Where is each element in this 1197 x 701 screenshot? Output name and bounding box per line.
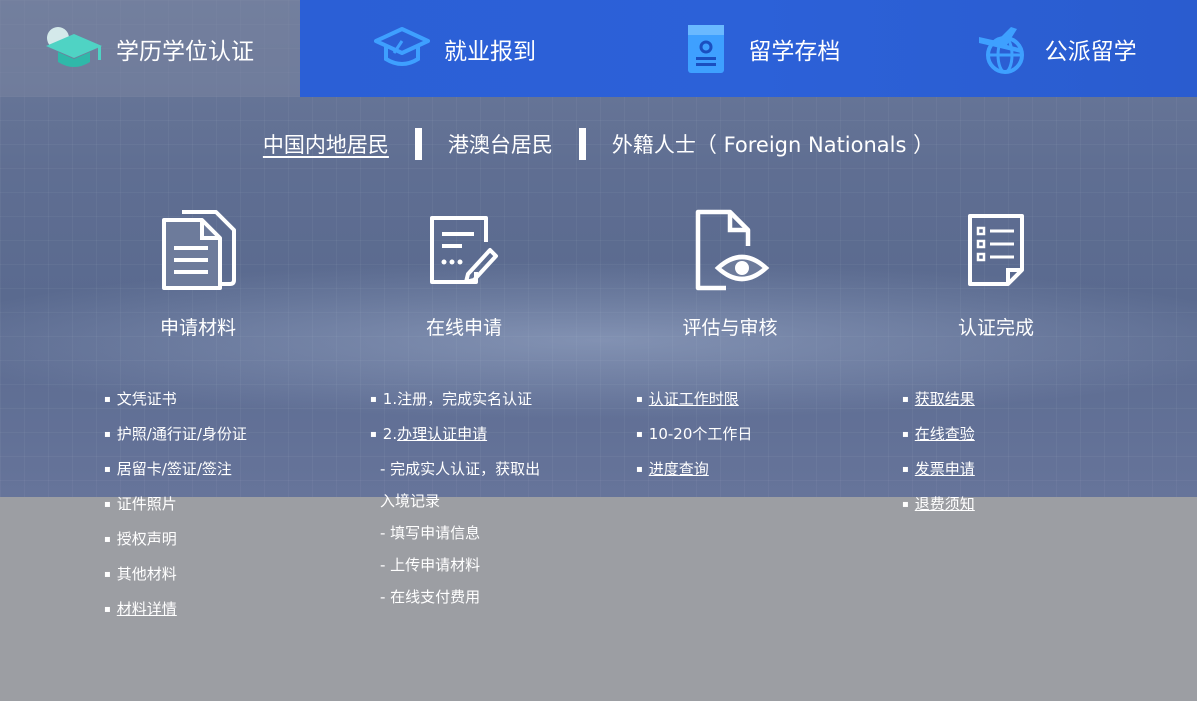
list-item: 护照/通行证/身份证	[104, 418, 247, 453]
graduation-cap-outline-icon	[372, 21, 432, 77]
tab-government-sponsored[interactable]: 公派留学	[901, 0, 1197, 97]
list-item: 居留卡/签证/签注	[104, 453, 247, 488]
materials-detail-link[interactable]: 材料详情	[117, 600, 177, 618]
step-materials: 申请材料	[98, 205, 298, 340]
list-item: 10-20个工作日	[636, 418, 753, 453]
get-result-link[interactable]: 获取结果	[915, 390, 975, 408]
list-item: 文凭证书	[104, 383, 247, 418]
list-item: 授权声明	[104, 523, 247, 558]
sub-item: - 填写申请信息	[380, 524, 481, 542]
step-title: 认证完成	[957, 317, 1034, 339]
residence-foreign[interactable]: 外籍人士（ Foreign Nationals ）	[612, 129, 934, 159]
step-title: 申请材料	[159, 317, 236, 339]
airplane-globe-icon	[973, 21, 1033, 77]
step-assessment: 评估与审核	[630, 205, 830, 340]
residence-hk-macao-taiwan[interactable]: 港澳台居民	[448, 129, 553, 159]
review-list: 认证工作时限 10-20个工作日 进度查询	[636, 383, 753, 488]
tabs-blue-area: 就业报到 留学存档 公派留学	[300, 0, 1197, 97]
sub-item: - 上传申请材料	[380, 556, 481, 574]
tab-label: 学历学位认证	[116, 38, 254, 65]
online-apply-list: 1.注册，完成实名认证 2.办理认证申请 - 完成实人认证，获取出 入境记录 -…	[370, 383, 540, 613]
tab-label: 公派留学	[1044, 38, 1137, 65]
step-number: 2.	[382, 425, 398, 443]
apply-certification-link[interactable]: 办理认证申请	[397, 425, 487, 443]
invoice-apply-link[interactable]: 发票申请	[915, 460, 975, 478]
materials-list: 文凭证书 护照/通行证/身份证 居留卡/签证/签注 证件照片 授权声明 其他材料…	[104, 383, 247, 628]
service-tabs: 学历学位认证 就业报到 留学存档 公派留学	[0, 0, 1197, 97]
archive-file-icon	[676, 21, 736, 77]
tab-label: 就业报到	[444, 38, 536, 65]
tab-degree-certification[interactable]: 学历学位认证	[0, 0, 300, 97]
document-eye-icon	[630, 205, 830, 295]
progress-query-link[interactable]: 进度查询	[649, 460, 709, 478]
form-edit-icon	[364, 205, 564, 295]
divider	[578, 128, 586, 160]
residence-mainland[interactable]: 中国内地居民	[263, 129, 389, 159]
sub-item: 入境记录	[380, 492, 441, 510]
list-item: 2.办理认证申请	[370, 418, 540, 453]
refund-notice-link[interactable]: 退费须知	[915, 495, 975, 513]
graduation-cap-icon	[44, 21, 104, 77]
sub-item: - 完成实人认证，获取出	[380, 460, 541, 478]
documents-icon	[98, 205, 298, 295]
step-title: 评估与审核	[682, 317, 778, 339]
tab-employment-report[interactable]: 就业报到	[300, 0, 596, 97]
residence-switch: 中国内地居民 港澳台居民 外籍人士（ Foreign Nationals ）	[0, 124, 1197, 164]
complete-list: 获取结果 在线查验 发票申请 退费须知	[902, 383, 975, 523]
work-time-limit-link[interactable]: 认证工作时限	[649, 390, 739, 408]
checklist-icon	[896, 205, 1096, 295]
divider	[414, 128, 422, 160]
sub-item: - 在线支付费用	[380, 588, 481, 606]
step-online-apply: 在线申请	[364, 205, 564, 340]
tab-label: 留学存档	[748, 38, 841, 65]
list-item: 证件照片	[104, 488, 247, 523]
step-complete: 认证完成	[896, 205, 1096, 340]
tab-study-abroad-archive[interactable]: 留学存档	[596, 0, 900, 97]
online-verify-link[interactable]: 在线查验	[915, 425, 975, 443]
list-item: 其他材料	[104, 558, 247, 593]
list-item: 1.注册，完成实名认证	[370, 383, 540, 418]
step-title: 在线申请	[425, 317, 502, 339]
